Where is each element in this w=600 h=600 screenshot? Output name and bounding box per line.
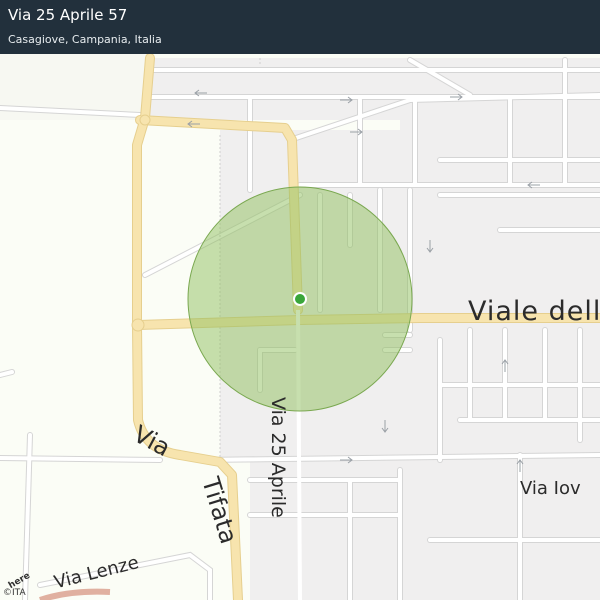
address-subtitle: Casagiove, Campania, Italia [8,33,162,46]
street-label-viale: Viale dell [468,296,600,327]
bottom-road [39,588,111,600]
copyright-text: ©ITA [3,588,26,598]
location-marker[interactable] [295,294,305,304]
address-title: Via 25 Aprile 57 [8,6,128,24]
street-label-via-iov: Via Iov [520,478,581,499]
roundabout-north [139,114,151,126]
roundabout [131,318,145,332]
location-header: Via 25 Aprile 57 Casagiove, Campania, It… [0,0,600,54]
street-label-via-25-aprile: Via 25 Aprile [267,397,289,518]
